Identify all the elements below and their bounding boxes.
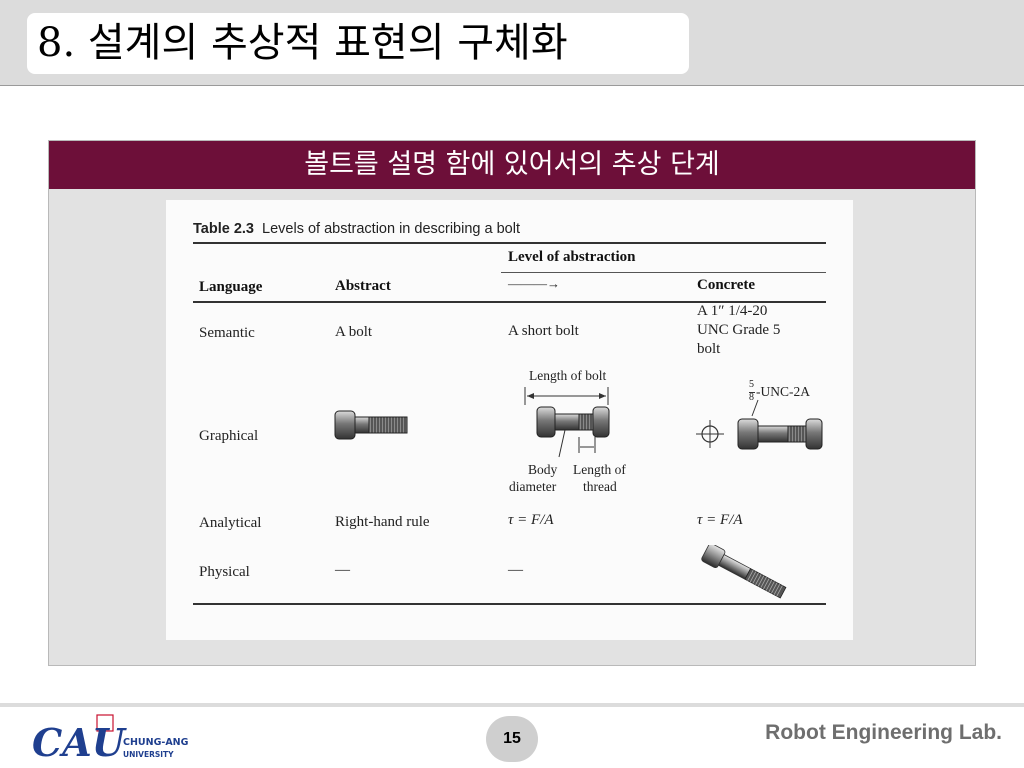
unc-fraction-numerator: 5 (749, 379, 754, 390)
group-header-rule (501, 272, 826, 273)
semantic-concrete-line-1: A 1″ 1/4-20 (697, 303, 768, 319)
physical-bolt-photo (701, 545, 787, 599)
logo-mark: CAU (32, 720, 128, 764)
col-header-concrete: Concrete (697, 277, 756, 293)
logo-sub-2: UNIVERSITY (123, 750, 174, 759)
abstract-bolt-icon (334, 410, 408, 440)
table-bottom-rule (193, 603, 826, 605)
col-header-language: Language (199, 279, 263, 295)
length-of-thread-label-line-2: thread (583, 479, 617, 494)
row-label-analytical: Analytical (199, 515, 262, 531)
col-header-abstract: Abstract (335, 278, 391, 294)
short-bolt-dimension-drawing (524, 387, 610, 458)
table-caption-label: Table 2.3 (193, 221, 254, 237)
table-caption: Table 2.3 Levels of abstraction in descr… (193, 221, 520, 237)
title-box: 8. 설계의 추상적 표현의 구체화 (27, 13, 689, 74)
table-caption-text: Levels of abstraction in describing a bo… (262, 221, 520, 237)
physical-abstract: — (335, 562, 350, 578)
page-number: 15 (486, 716, 538, 762)
group-header: Level of abstraction (508, 249, 636, 265)
semantic-concrete-line-2: UNC Grade 5 (697, 322, 781, 338)
semantic-concrete-line-3: bolt (697, 341, 721, 357)
university-logo: CAU CHUNG-ANG UNIVERSITY (30, 714, 190, 768)
footer-divider (0, 703, 1024, 707)
logo-sub-1: CHUNG-ANG (123, 737, 189, 748)
physical-middle: — (508, 562, 523, 578)
lab-name: Robot Engineering Lab. (765, 721, 1002, 744)
length-of-bolt-label: Length of bolt (529, 368, 607, 383)
row-label-graphical: Graphical (199, 428, 259, 444)
body-diameter-label-line-2: diameter (509, 479, 557, 494)
section-heading: 볼트를 설명 함에 있어서의 추상 단계 (49, 141, 975, 189)
length-of-thread-label-line-1: Length of (573, 462, 626, 477)
title-bar: 8. 설계의 추상적 표현의 구체화 (0, 0, 1024, 86)
body-diameter-label-line-1: Body (528, 462, 558, 477)
row-label-semantic: Semantic (199, 325, 255, 341)
abstraction-arrow: ———→ (508, 276, 560, 291)
semantic-abstract: A bolt (335, 324, 373, 340)
semantic-middle: A short bolt (508, 323, 579, 339)
analytical-abstract: Right-hand rule (335, 514, 430, 530)
analytical-middle: τ = F/A (508, 512, 554, 528)
analytical-concrete: τ = F/A (697, 512, 743, 528)
concrete-bolt-drawing (696, 399, 823, 450)
row-label-physical: Physical (199, 564, 250, 580)
table-figure: Table 2.3 Levels of abstraction in descr… (166, 200, 853, 640)
table-top-rule (193, 242, 826, 244)
slide-title: 8. 설계의 추상적 표현의 구체화 (37, 20, 568, 66)
